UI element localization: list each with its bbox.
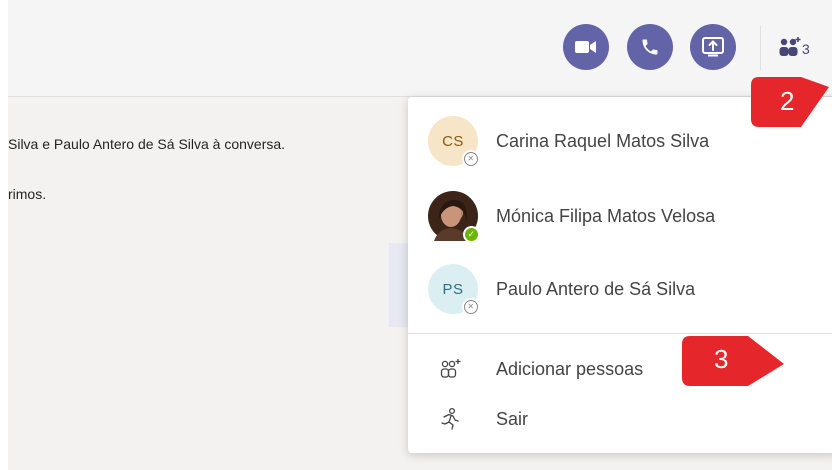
offline-status-icon: ✕ [464, 300, 478, 314]
avatar-initials: CS [442, 132, 464, 150]
avatar: PS ✕ [428, 264, 478, 314]
step-callout: 3 [680, 334, 785, 388]
audio-call-button[interactable] [627, 24, 673, 70]
leave-icon [438, 407, 462, 431]
message-fragment: rimos. [8, 186, 47, 202]
callout-arrow-shape [682, 336, 784, 386]
available-status-icon: ✓ [463, 226, 480, 243]
avatar: CS ✕ [428, 116, 478, 166]
system-message: Silva e Paulo Antero de Sá Silva à conve… [8, 136, 286, 152]
video-call-button[interactable] [563, 24, 609, 70]
participant-item[interactable]: PS ✕ Paulo Antero de Sá Silva [428, 263, 695, 315]
step-callout: 2 [751, 77, 829, 129]
add-people-icon [438, 357, 462, 381]
participants-popup: CS ✕ Carina Raquel Matos Silva ✓ Mónica … [408, 97, 832, 453]
callout-number: 3 [714, 344, 729, 374]
participants-button[interactable]: 3 [776, 33, 826, 61]
people-icon [779, 37, 801, 56]
participant-item[interactable]: CS ✕ Carina Raquel Matos Silva [428, 115, 709, 167]
callout-number: 2 [780, 86, 795, 116]
video-camera-icon [575, 41, 596, 53]
participant-item[interactable]: ✓ Mónica Filipa Matos Velosa [428, 190, 716, 243]
participants-count: 3 [802, 41, 810, 57]
phone-icon [642, 39, 658, 55]
add-people-label: Adicionar pessoas [496, 358, 644, 379]
avatar-initials: PS [442, 280, 464, 298]
share-screen-button[interactable] [690, 24, 736, 70]
participant-name: Carina Raquel Matos Silva [496, 130, 710, 151]
share-screen-icon [702, 37, 724, 57]
offline-status-icon: ✕ [464, 152, 478, 166]
left-edge [0, 0, 8, 470]
add-people-button[interactable]: Adicionar pessoas [438, 354, 643, 384]
toolbar-separator [760, 26, 761, 70]
participant-name: Paulo Antero de Sá Silva [496, 278, 696, 299]
participant-name: Mónica Filipa Matos Velosa [496, 205, 716, 226]
leave-label: Sair [496, 408, 529, 429]
avatar-photo: ✓ [428, 191, 480, 243]
leave-button[interactable]: Sair [438, 404, 528, 434]
